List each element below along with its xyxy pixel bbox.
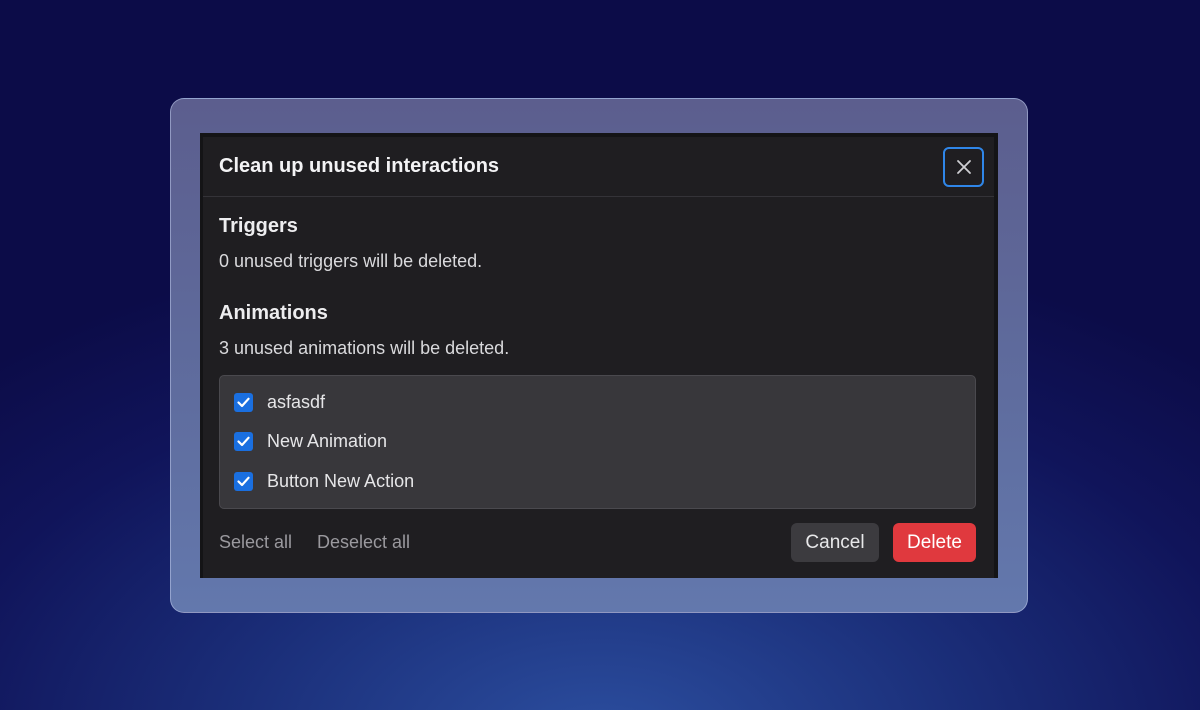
checkbox[interactable]	[234, 431, 253, 451]
animations-description: 3 unused animations will be deleted.	[219, 338, 510, 358]
list-item-button-new-action[interactable]: Button New Action	[234, 468, 414, 494]
list-item-label: Button New Action	[267, 470, 415, 491]
delete-button[interactable]: Delete	[893, 523, 976, 562]
deselect-all-button[interactable]: Deselect all	[317, 532, 410, 553]
dialog-title: Clean up unused interactions	[219, 155, 500, 177]
cancel-button[interactable]: Cancel	[791, 523, 879, 562]
animations-heading: Animations	[219, 302, 328, 324]
list-item-new-animation[interactable]: New Animation	[234, 428, 387, 454]
list-item-asfasdf[interactable]: asfasdf	[234, 389, 325, 415]
checkmark-icon	[237, 397, 250, 407]
checkbox[interactable]	[234, 471, 253, 491]
dialog-header: Clean up unused interactions	[203, 137, 994, 197]
animations-list: asfasdf New Animation Button New Action	[219, 375, 976, 509]
select-all-button[interactable]: Select all	[219, 532, 292, 553]
triggers-heading: Triggers	[219, 215, 298, 237]
list-item-label: asfasdf	[267, 391, 326, 412]
list-item-label: New Animation	[267, 430, 388, 451]
close-button[interactable]	[943, 147, 984, 187]
cleanup-dialog: Clean up unused interactions Triggers 0 …	[203, 137, 994, 578]
checkmark-icon	[237, 476, 250, 486]
triggers-description: 0 unused triggers will be deleted.	[219, 251, 483, 271]
checkbox[interactable]	[234, 392, 253, 412]
checkmark-icon	[237, 436, 250, 446]
close-icon	[956, 160, 971, 174]
